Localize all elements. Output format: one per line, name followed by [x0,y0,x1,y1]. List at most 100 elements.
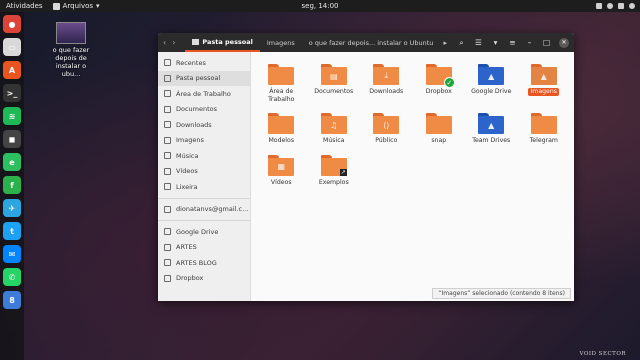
file-item[interactable]: ▲ Imagens [518,60,571,103]
activities-button[interactable]: Atividades [6,2,43,10]
software-center-icon[interactable]: A [3,61,21,79]
sidebar-divider [158,220,250,221]
file-item[interactable]: ✓ Dropbox [413,60,466,103]
file-label: Team Drives [472,137,511,144]
sidebar-item-imagens[interactable]: Imagens [158,133,250,149]
files-window: ‹ › Pasta pessoal Imagens o que fazer de… [158,33,574,301]
dropbox-tray-icon[interactable] [596,3,602,9]
home-icon [192,38,200,45]
file-label: snap [431,137,447,144]
folder-icon: ♫ [320,113,347,134]
lixeira-icon [164,183,171,191]
sidebar-item-account[interactable]: dionatanvs@gmail.c... [158,202,250,218]
search-icon[interactable]: ⌕ [457,38,466,48]
file-label: Telegram [529,137,558,144]
menu-icon[interactable]: ≡ [508,38,517,47]
whatsapp-icon[interactable]: ✆ [3,268,21,286]
file-item[interactable]: ▲ Team Drives [465,109,518,145]
file-label: Modelos [268,137,295,144]
sidebar-item-label: ARTES [176,243,197,252]
clock[interactable]: seg, 14:00 [301,2,338,10]
wallpaper-watermark: VOID SECTOR [579,351,626,357]
system-tray[interactable] [596,3,635,9]
breadcrumb-home[interactable]: Pasta pessoal [185,33,260,52]
file-item[interactable]: ⤓ Downloads [360,60,413,103]
sidebar-item-recentes[interactable]: Recentes [158,55,250,71]
feedly-icon[interactable]: f [3,176,21,194]
folder-icon [530,113,557,134]
sidebar-item-pasta-pessoal[interactable]: Pasta pessoal [158,70,250,86]
file-item[interactable]: Modelos [255,109,308,145]
desktop-file-label: o que fazer depois de instalar o ubu... [52,46,90,78]
folder-icon: ▲ [478,64,505,85]
sidebar-item-bookmark[interactable]: Google Drive [158,224,250,240]
file-view[interactable]: Área de Trabalho ▤ Documentos ⤓ Downloads ✓ Dr… [251,52,574,301]
downloads-icon [164,121,171,129]
terminal-icon[interactable]: >_ [3,84,21,102]
calendar-icon[interactable]: 8 [3,291,21,309]
sidebar-item-bookmark[interactable]: ARTES BLOG [158,255,250,271]
file-grid: Área de Trabalho ▤ Documentos ⤓ Downloads ✓ Dr… [251,52,574,186]
screen-icon[interactable]: ◼ [3,130,21,148]
power-icon[interactable] [629,3,635,9]
evernote-icon[interactable]: e [3,153,21,171]
sync-check-icon: ✓ [443,77,455,88]
sidebar-item-label: Música [176,151,199,160]
messenger-icon[interactable]: ✉ [3,245,21,263]
file-label: Público [375,137,398,144]
maximize-icon[interactable]: □ [542,38,551,47]
files-icon[interactable]: ▭ [3,38,21,56]
back-icon[interactable]: ‹ [163,38,166,47]
close-icon[interactable]: ✕ [559,37,569,48]
bookmark-icon [164,274,171,282]
sidebar-item-label: ARTES BLOG [176,258,217,267]
chrome-icon[interactable]: ● [3,15,21,33]
navigation-buttons: ‹ › [163,38,175,47]
telegram-icon[interactable]: ✈ [3,199,21,217]
twitter-icon[interactable]: t [3,222,21,240]
file-item[interactable]: ♫ Música [308,109,361,145]
file-thumbnail [56,22,86,44]
network-icon[interactable] [607,3,613,9]
file-item[interactable]: ↗ Exemplos [308,151,361,187]
file-item[interactable]: ▤ Documentos [308,60,361,103]
view-options-icon[interactable]: ▾ [491,38,500,47]
folder-icon [425,113,452,134]
breadcrumb-subfolder[interactable]: o que fazer depois... instalar o Ubuntu [302,33,441,52]
breadcrumb-more-icon[interactable]: ▸ [440,39,450,47]
sidebar-item-label: Lixeira [176,182,198,191]
file-label: Google Drive [471,88,512,95]
sidebar-item-videos[interactable]: Vídeos [158,164,250,180]
bookmark-icon [164,243,171,251]
forward-icon[interactable]: › [172,38,175,47]
sidebar-item-documentos[interactable]: Documentos [158,102,250,118]
spotify-icon[interactable]: ≋ [3,107,21,125]
sidebar-item-downloads[interactable]: Downloads [158,117,250,133]
sidebar-item-label: Dropbox [176,274,204,283]
desktop-file-icon[interactable]: o que fazer depois de instalar o ubu... [48,22,94,78]
sidebar-item-label: Documentos [176,105,218,114]
file-item[interactable]: ▲ Google Drive [465,60,518,103]
sidebar-item-musica[interactable]: Música [158,148,250,164]
folder-icon: ⟨⟩ [373,113,400,134]
folder-icon: ▦ [268,154,295,176]
symlink-arrow-icon: ↗ [339,168,347,176]
folder-icon: ↗ [320,154,347,176]
volume-icon[interactable] [618,3,624,9]
list-view-icon[interactable]: ☰ [474,38,483,47]
sidebar-item-bookmark[interactable]: ARTES [158,240,250,256]
app-menu-label: Arquivos [62,2,94,10]
minimize-icon[interactable]: – [525,38,534,47]
sidebar-item-bookmark[interactable]: Dropbox [158,271,250,287]
breadcrumb: Pasta pessoal Imagens o que fazer depois… [185,33,457,52]
file-item[interactable]: ⟨⟩ Público [360,109,413,145]
folder-icon: ▤ [320,64,347,85]
app-menu[interactable]: Arquivos ▾ [52,2,100,10]
file-item[interactable]: ▦ Vídeos [255,151,308,187]
sidebar-item-area-de-trabalho[interactable]: Área de Trabalho [158,86,250,102]
file-item[interactable]: Área de Trabalho [255,60,308,103]
sidebar-item-lixeira[interactable]: Lixeira [158,179,250,195]
file-item[interactable]: snap [413,109,466,145]
breadcrumb-imagens[interactable]: Imagens [260,33,302,52]
file-item[interactable]: Telegram [518,109,571,145]
